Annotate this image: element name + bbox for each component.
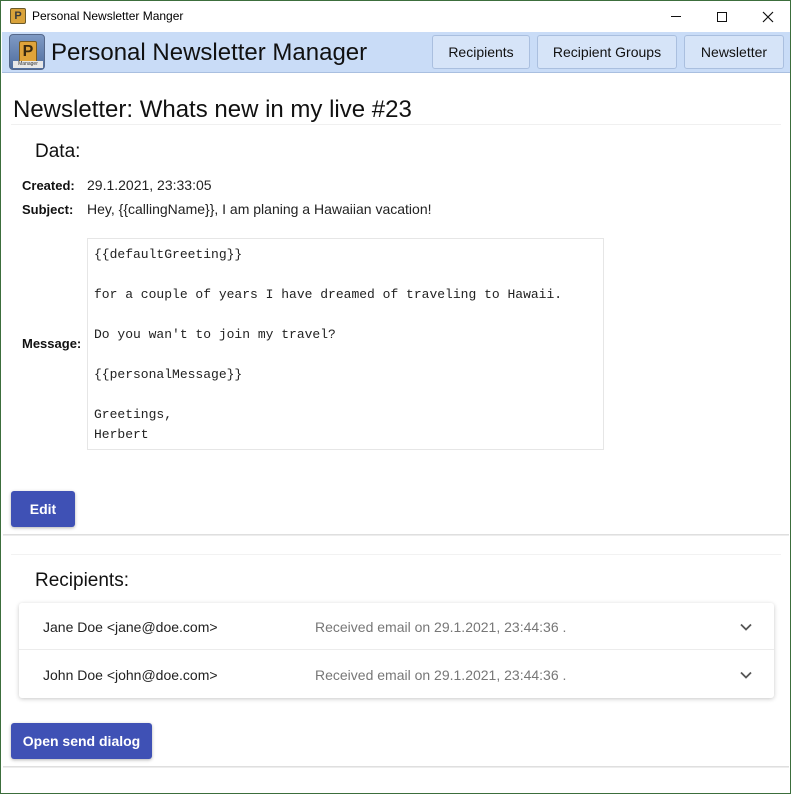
data-section-title: Data:: [35, 141, 81, 162]
card-divider: [3, 766, 789, 768]
created-label: Created:: [22, 178, 75, 193]
page-title: Newsletter: Whats new in my live #23: [13, 96, 412, 123]
chevron-down-icon[interactable]: [739, 620, 753, 634]
maximize-icon: [717, 11, 727, 22]
minimize-button[interactable]: [653, 1, 699, 32]
divider: [11, 124, 781, 125]
minimize-icon: [671, 16, 681, 17]
app-icon: P: [10, 8, 26, 24]
divider: [11, 554, 781, 555]
recipients-list: Jane Doe <jane@doe.com> Received email o…: [19, 603, 774, 698]
logo-caption: Manager: [13, 61, 43, 68]
recipients-section-title: Recipients:: [35, 570, 129, 591]
subject-label: Subject:: [22, 202, 74, 217]
chevron-down-icon[interactable]: [739, 668, 753, 682]
app-logo: P Manager: [9, 34, 45, 70]
recipient-status: Received email on 29.1.2021, 23:44:36 .: [315, 667, 567, 683]
recipient-row[interactable]: Jane Doe <jane@doe.com> Received email o…: [19, 603, 774, 650]
created-value: 29.1.2021, 23:33:05: [87, 177, 212, 193]
close-button[interactable]: [745, 1, 790, 32]
edit-button[interactable]: Edit: [11, 491, 75, 527]
app-header: P Manager Personal Newsletter Manager Re…: [2, 32, 790, 73]
card-divider: [3, 534, 789, 536]
message-box: {{defaultGreeting}} for a couple of year…: [87, 238, 604, 450]
subject-value: Hey, {{callingName}}, I am planing a Haw…: [87, 201, 432, 217]
recipient-row[interactable]: John Doe <john@doe.com> Received email o…: [19, 651, 774, 698]
recipient-name: Jane Doe <jane@doe.com>: [43, 619, 218, 635]
close-icon: [762, 11, 774, 22]
maximize-button[interactable]: [699, 1, 745, 32]
recipient-status: Received email on 29.1.2021, 23:44:36 .: [315, 619, 567, 635]
nav-newsletter-button[interactable]: Newsletter: [684, 35, 784, 69]
logo-letter: P: [19, 41, 37, 63]
nav-recipient-groups-button[interactable]: Recipient Groups: [537, 35, 677, 69]
message-label: Message:: [22, 336, 82, 351]
title-bar: P Personal Newsletter Manger: [1, 1, 790, 32]
message-text: {{defaultGreeting}} for a couple of year…: [94, 247, 563, 442]
open-send-dialog-button[interactable]: Open send dialog: [11, 723, 152, 759]
nav-recipients-button[interactable]: Recipients: [432, 35, 530, 69]
window-title: Personal Newsletter Manger: [32, 9, 184, 23]
app-window: P Personal Newsletter Manger P Manager P…: [0, 0, 791, 794]
recipient-name: John Doe <john@doe.com>: [43, 667, 218, 683]
app-title: Personal Newsletter Manager: [51, 39, 368, 66]
